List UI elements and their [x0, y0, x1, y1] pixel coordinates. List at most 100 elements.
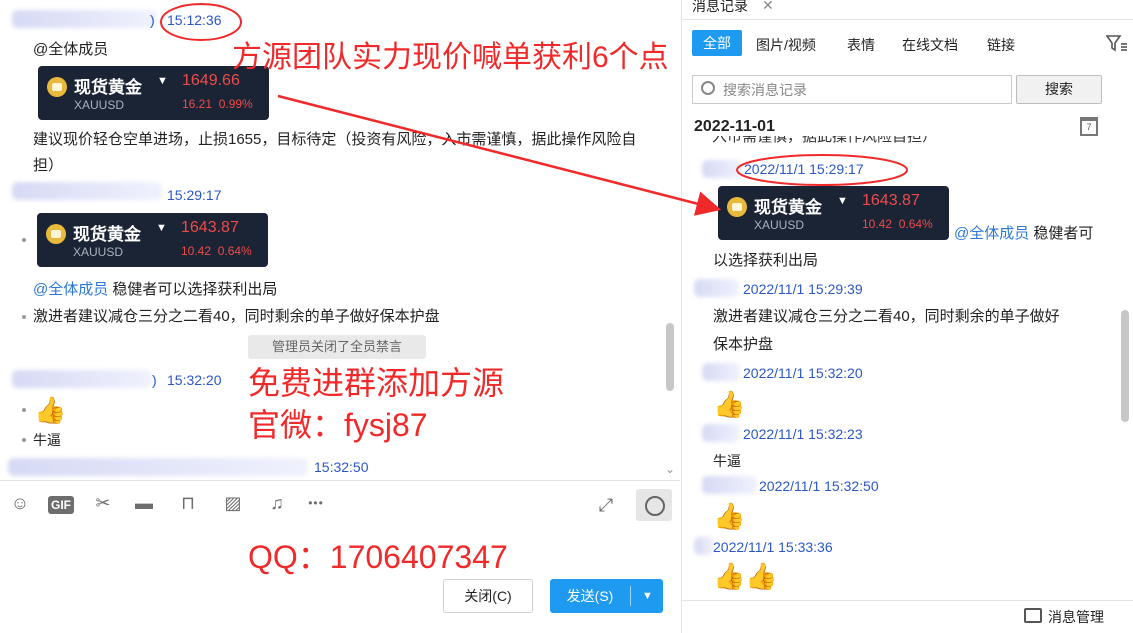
history-pane: 消息记录 ✕ 全部 图片/视频 表情 在线文档 链接 搜索 2022-11-01…: [681, 0, 1133, 633]
app-window: ) 15:12:36 @全体成员 现货黄金 ▼ XAUUSD 1649.66 1…: [0, 0, 1133, 633]
sender-name-blurred: [12, 10, 157, 28]
message-text: 以选择获利出局: [713, 252, 819, 269]
message-manage-button[interactable]: 消息管理: [1048, 607, 1104, 627]
mention-message: @全体成员 稳健者可以选择获利出局: [33, 281, 278, 298]
close-icon[interactable]: ✕: [762, 0, 774, 14]
message-text: 激进者建议减仓三分之二看40，同时剩余的单子做好: [713, 308, 1060, 325]
send-button[interactable]: 发送(S) ▼: [550, 579, 663, 613]
sender-name-blurred: [702, 476, 757, 494]
thumbs-up-emoji: 👍: [713, 501, 746, 531]
gold-quote-card[interactable]: 现货黄金 ▼ XAUUSD 1643.87 10.42 0.64%: [718, 186, 949, 240]
message-time: 15:29:17: [167, 187, 222, 203]
sender-name-blurred: [702, 160, 742, 178]
tab-media[interactable]: 图片/视频: [756, 35, 816, 55]
quote-symbol: XAUUSD: [74, 98, 125, 112]
message-time: 15:32:20: [167, 372, 222, 388]
caret-down-icon: ▼: [156, 222, 167, 234]
history-tab-header: 消息记录 ✕: [682, 0, 1133, 20]
message-time: 2022/11/1 15:29:17: [744, 161, 864, 177]
promo-wechat: 官微：fysj87: [248, 407, 428, 443]
chat-scrollbar[interactable]: [666, 323, 674, 391]
trade-advice-text: 建议现价轻仓空单进场，止损1655，目标待定（投资有风险，入市需谨慎，据此操作风…: [33, 131, 637, 174]
sender-paren: ): [150, 12, 155, 28]
tab-links[interactable]: 链接: [987, 35, 1015, 55]
history-footer: 消息管理: [682, 600, 1133, 633]
history-tab-title[interactable]: 消息记录: [692, 0, 748, 16]
gif-icon[interactable]: GIF: [48, 496, 74, 514]
chevron-down-icon[interactable]: ▼: [632, 579, 663, 613]
scissors-icon[interactable]: ✂: [91, 492, 115, 514]
message-text: 牛逼: [713, 453, 741, 469]
caret-down-icon: ▼: [157, 75, 168, 87]
more-icon[interactable]: •••: [304, 492, 328, 514]
sender-name-blurred: [694, 537, 714, 555]
clock-icon[interactable]: [636, 489, 672, 521]
promo-qq: QQ：1706407347: [248, 539, 508, 575]
history-scrollbar[interactable]: [1121, 310, 1129, 422]
send-label: 发送(S): [566, 588, 614, 604]
promo-join: 免费进群添加方源: [248, 365, 505, 401]
mention-all[interactable]: @全体成员: [954, 225, 1029, 242]
search-button[interactable]: 搜索: [1016, 75, 1102, 104]
quote-change: 10.42 0.64%: [862, 217, 933, 231]
system-notice: 管理员关闭了全员禁言: [248, 335, 426, 359]
search-box: [692, 75, 1012, 104]
caret-down-icon: ▼: [837, 195, 848, 207]
gold-quote-card[interactable]: 现货黄金 ▼ XAUUSD 1643.87 10.42 0.64%: [37, 213, 268, 267]
search-input[interactable]: [723, 79, 1003, 101]
sender-name-blurred: [8, 458, 308, 476]
quote-name: 现货黄金: [754, 198, 822, 217]
quote-change: 10.42 0.64%: [181, 244, 252, 258]
sender-name-blurred: [12, 370, 152, 388]
message-time: 2022/11/1 15:32:23: [743, 426, 863, 442]
divider: [630, 586, 631, 606]
bullet: [22, 238, 26, 242]
search-icon: [701, 81, 715, 95]
sender-name-blurred: [694, 279, 739, 297]
mention-message: @全体成员 稳健者可: [954, 225, 1094, 242]
mention-all[interactable]: @全体成员: [33, 37, 108, 63]
message-time: 15:12:36: [167, 12, 222, 28]
thumbs-up-emoji: 👍: [34, 395, 67, 425]
sender-name-blurred: [702, 363, 740, 381]
emoji-icon[interactable]: ☺: [8, 492, 32, 514]
filter-icon[interactable]: [1106, 34, 1128, 52]
message-time: 2022/11/1 15:29:39: [743, 281, 863, 297]
history-date: 2022-11-01: [694, 118, 775, 135]
bullet: [22, 438, 26, 442]
history-list: 入市需谨慎，据此操作风险自担） 2022/11/1 15:29:17 现货黄金 …: [682, 136, 1133, 600]
message-text: 保本护盘: [713, 336, 774, 353]
tab-stickers[interactable]: 表情: [847, 35, 875, 55]
sender-name-blurred: [12, 182, 162, 200]
quote-symbol: XAUUSD: [73, 245, 124, 259]
quote-name: 现货黄金: [73, 225, 141, 244]
message-time: 2022/11/1 15:32:20: [743, 365, 863, 381]
quote-price: 1643.87: [181, 219, 239, 236]
tab-all[interactable]: 全部: [692, 30, 742, 56]
message-time: 2022/11/1 15:33:36: [713, 539, 833, 555]
image-icon[interactable]: ▨: [221, 492, 245, 514]
bullet: [22, 315, 26, 319]
folder-icon[interactable]: ▬: [132, 492, 156, 514]
doc-icon[interactable]: ⊓: [176, 492, 200, 514]
message-text: 激进者建议减仓三分之二看40，同时剩余的单子做好保本护盘: [33, 308, 440, 325]
expand-icon[interactable]: ⤢: [594, 494, 618, 516]
quote-change: 16.21 0.99%: [182, 97, 253, 111]
quote-symbol: XAUUSD: [754, 218, 805, 232]
thumbs-up-emoji: 👍: [713, 389, 746, 419]
promo-headline: 方源团队实力现价喊单获利6个点: [232, 41, 669, 74]
sender-paren: ): [152, 372, 157, 388]
quote-name: 现货黄金: [74, 78, 142, 97]
mention-all[interactable]: @全体成员: [33, 281, 108, 298]
gold-coin-icon: [46, 224, 66, 244]
close-button[interactable]: 关闭(C): [443, 579, 533, 613]
chevron-down-icon[interactable]: ⌄: [665, 462, 675, 476]
calendar-icon[interactable]: 7: [1080, 117, 1098, 136]
bell-icon[interactable]: ♫: [265, 492, 289, 514]
gold-coin-icon: [727, 197, 747, 217]
sender-name-blurred: [702, 424, 740, 442]
message-manage-icon[interactable]: [1024, 608, 1042, 623]
message-time: 15:32:50: [314, 459, 369, 475]
tab-docs[interactable]: 在线文档: [902, 35, 958, 55]
quote-price: 1643.87: [862, 192, 920, 209]
